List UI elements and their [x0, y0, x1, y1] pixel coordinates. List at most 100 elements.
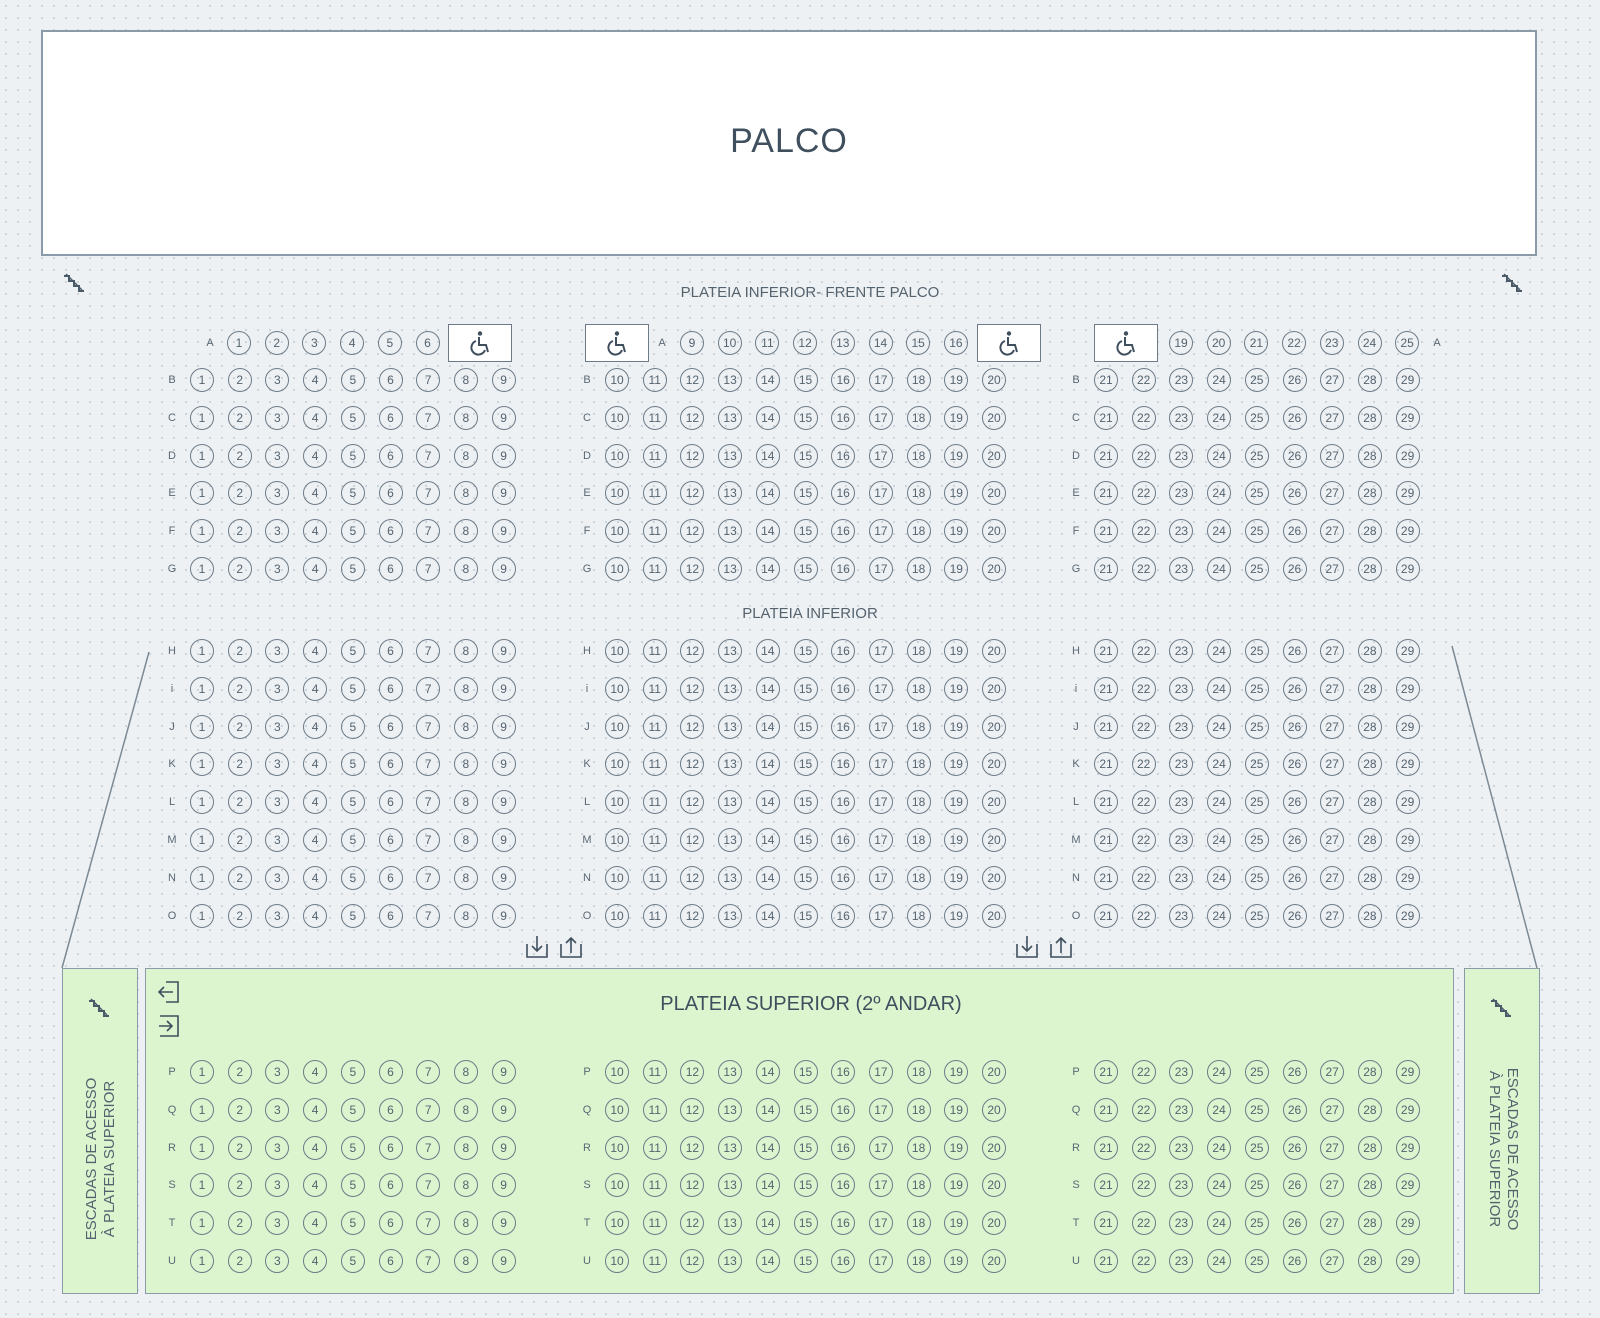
seat[interactable]: 14: [755, 1135, 780, 1160]
seat[interactable]: 11: [642, 639, 667, 663]
seat[interactable]: 2: [227, 443, 252, 468]
seat[interactable]: 13: [718, 752, 743, 777]
seat[interactable]: 25: [1244, 481, 1269, 506]
seat[interactable]: 13: [718, 1135, 743, 1160]
seat[interactable]: 13: [830, 331, 855, 355]
seat[interactable]: 14: [755, 368, 780, 392]
seat[interactable]: 13: [718, 1249, 743, 1273]
seat[interactable]: 21: [1094, 714, 1118, 739]
seat[interactable]: 26: [1282, 1135, 1307, 1160]
wheelchair-seat[interactable]: [448, 324, 512, 362]
seat[interactable]: 3: [265, 828, 290, 852]
seat[interactable]: 12: [680, 519, 705, 544]
seat[interactable]: 29: [1395, 557, 1420, 581]
seat[interactable]: 8: [453, 405, 478, 430]
seat[interactable]: 28: [1357, 443, 1382, 468]
seat[interactable]: 9: [491, 865, 516, 890]
seat[interactable]: 9: [491, 557, 516, 581]
seat[interactable]: 13: [718, 714, 743, 739]
seat[interactable]: 10: [605, 865, 629, 890]
seat[interactable]: 4: [303, 1211, 328, 1236]
seat[interactable]: 21: [1094, 790, 1118, 815]
seat[interactable]: 12: [680, 1097, 705, 1122]
seat[interactable]: 15: [793, 790, 818, 815]
seat[interactable]: 4: [303, 519, 328, 544]
seat[interactable]: 13: [718, 1173, 743, 1198]
seat[interactable]: 7: [416, 1173, 441, 1198]
download-tray-icon[interactable]: [1014, 934, 1040, 960]
seat[interactable]: 25: [1244, 1173, 1269, 1198]
seat[interactable]: 3: [265, 443, 290, 468]
seat[interactable]: 12: [680, 903, 705, 928]
seat[interactable]: 12: [680, 481, 705, 506]
seat[interactable]: 26: [1282, 639, 1307, 663]
seat[interactable]: 12: [680, 1211, 705, 1236]
seat[interactable]: 5: [340, 1060, 365, 1084]
seat[interactable]: 22: [1131, 828, 1156, 852]
seat[interactable]: 4: [303, 557, 328, 581]
seat[interactable]: 28: [1357, 557, 1382, 581]
seat[interactable]: 11: [642, 1211, 667, 1236]
seat[interactable]: 27: [1320, 714, 1345, 739]
seat[interactable]: 7: [416, 1097, 441, 1122]
seat[interactable]: 14: [755, 1060, 780, 1084]
seat[interactable]: 4: [303, 443, 328, 468]
seat[interactable]: 23: [1169, 519, 1194, 544]
seat[interactable]: 4: [303, 1097, 328, 1122]
seat[interactable]: 26: [1282, 519, 1307, 544]
seat[interactable]: 6: [378, 1173, 403, 1198]
seat[interactable]: 19: [944, 557, 969, 581]
seat[interactable]: 25: [1244, 865, 1269, 890]
seat[interactable]: 15: [793, 1135, 818, 1160]
seat[interactable]: 23: [1169, 368, 1194, 392]
seat[interactable]: 21: [1094, 557, 1118, 581]
seat[interactable]: 20: [982, 1135, 1006, 1160]
seat[interactable]: 21: [1094, 865, 1118, 890]
seat[interactable]: 14: [755, 405, 780, 430]
seat[interactable]: 1: [190, 481, 214, 506]
seat[interactable]: 3: [265, 1135, 290, 1160]
seat[interactable]: 29: [1395, 1173, 1420, 1198]
seat[interactable]: 7: [416, 1135, 441, 1160]
seat[interactable]: 1: [190, 752, 214, 777]
seat[interactable]: 14: [868, 331, 893, 355]
seat[interactable]: 1: [190, 368, 214, 392]
seat[interactable]: 2: [227, 481, 252, 506]
seat[interactable]: 1: [190, 676, 214, 701]
seat[interactable]: 14: [755, 1249, 780, 1273]
seat[interactable]: 15: [793, 676, 818, 701]
seat[interactable]: 15: [793, 1173, 818, 1198]
seat[interactable]: 19: [944, 1173, 969, 1198]
seat[interactable]: 24: [1207, 903, 1232, 928]
seat[interactable]: 10: [605, 519, 629, 544]
seat[interactable]: 27: [1320, 405, 1345, 430]
seat[interactable]: 27: [1320, 557, 1345, 581]
seat[interactable]: 11: [642, 368, 667, 392]
seat[interactable]: 16: [831, 903, 856, 928]
seat[interactable]: 5: [340, 752, 365, 777]
seat[interactable]: 3: [265, 790, 290, 815]
seat[interactable]: 10: [605, 828, 629, 852]
seat[interactable]: 9: [491, 1173, 516, 1198]
seat[interactable]: 24: [1207, 1211, 1232, 1236]
seat[interactable]: 26: [1282, 1249, 1307, 1273]
seat[interactable]: 1: [190, 1211, 214, 1236]
seat[interactable]: 27: [1320, 752, 1345, 777]
seat[interactable]: 18: [906, 790, 931, 815]
seat[interactable]: 29: [1395, 903, 1420, 928]
seat[interactable]: 21: [1094, 903, 1118, 928]
seat[interactable]: 6: [378, 405, 403, 430]
seat[interactable]: 21: [1094, 639, 1118, 663]
seat[interactable]: 28: [1357, 865, 1382, 890]
seat[interactable]: 29: [1395, 1097, 1420, 1122]
seat[interactable]: 18: [906, 1249, 931, 1273]
seat[interactable]: 29: [1395, 481, 1420, 506]
seat[interactable]: 27: [1320, 443, 1345, 468]
seat[interactable]: 5: [340, 481, 365, 506]
seat[interactable]: 9: [491, 1135, 516, 1160]
seat[interactable]: 15: [906, 331, 931, 355]
seat[interactable]: 29: [1395, 405, 1420, 430]
seat[interactable]: 23: [1169, 790, 1194, 815]
seat[interactable]: 23: [1169, 1060, 1194, 1084]
seat[interactable]: 7: [416, 1211, 441, 1236]
